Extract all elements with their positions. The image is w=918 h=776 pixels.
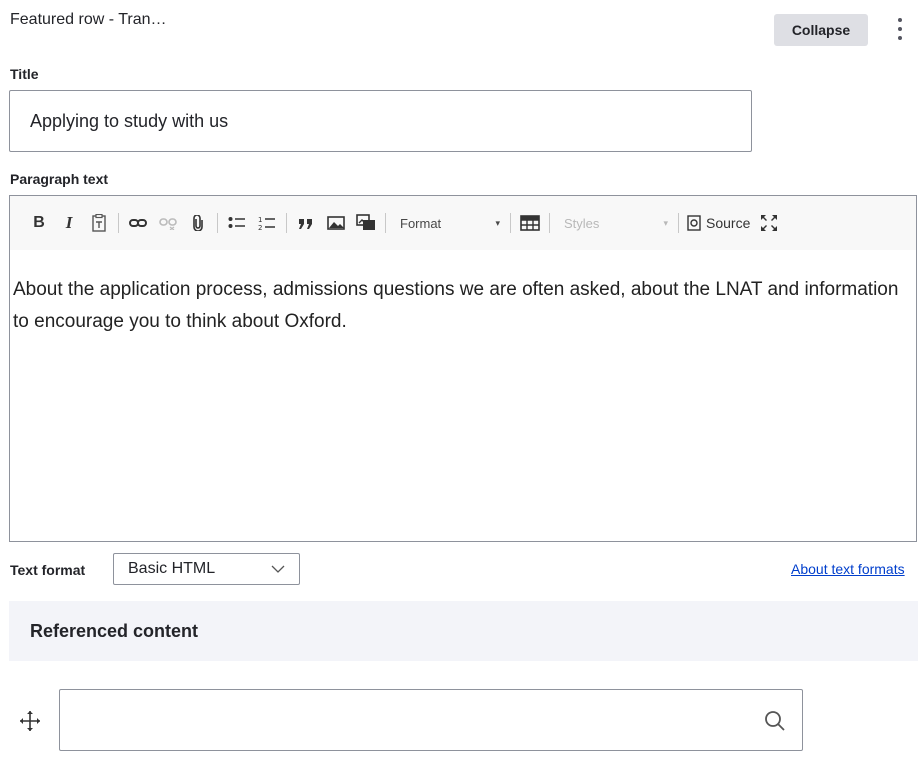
- bold-button[interactable]: B: [26, 210, 52, 236]
- row-title: Featured row - Tran…: [10, 11, 167, 28]
- bulleted-list-icon[interactable]: [224, 210, 250, 236]
- referenced-content-header: Referenced content: [9, 601, 918, 661]
- chevron-down-icon: [271, 565, 285, 573]
- text-format-select[interactable]: Basic HTML: [113, 553, 300, 585]
- media-embed-icon[interactable]: [353, 210, 379, 236]
- italic-button[interactable]: I: [56, 210, 82, 236]
- referenced-content-input[interactable]: [59, 689, 803, 751]
- collapse-button[interactable]: Collapse: [774, 14, 868, 46]
- paste-text-icon[interactable]: [86, 210, 112, 236]
- numbered-list-icon[interactable]: 12: [254, 210, 280, 236]
- source-button[interactable]: Source: [683, 210, 754, 236]
- toolbar-separator: [385, 213, 386, 233]
- editor-toolbar: B I 12 Format ▾ Styles ▾ Source: [10, 196, 916, 250]
- toolbar-separator: [118, 213, 119, 233]
- link-icon[interactable]: [125, 210, 151, 236]
- source-icon: [687, 215, 701, 231]
- toolbar-separator: [286, 213, 287, 233]
- dropdown-arrow-icon: ▾: [495, 217, 500, 228]
- image-icon[interactable]: [323, 210, 349, 236]
- title-label: Title: [10, 66, 39, 82]
- toolbar-separator: [510, 213, 511, 233]
- dropdown-arrow-icon: ▾: [663, 217, 668, 228]
- toolbar-separator: [678, 213, 679, 233]
- paragraph-header: Featured row - Tran… Collapse: [10, 10, 908, 46]
- move-handle-icon[interactable]: [18, 709, 42, 733]
- styles-dropdown[interactable]: Styles ▾: [554, 210, 674, 236]
- svg-text:1: 1: [258, 216, 262, 224]
- format-dropdown-label: Format: [400, 215, 442, 231]
- title-input[interactable]: Applying to study with us: [9, 90, 752, 152]
- text-format-selected: Basic HTML: [128, 560, 216, 577]
- rich-text-editor: B I 12 Format ▾ Styles ▾ Source About th…: [9, 195, 917, 542]
- attachment-icon[interactable]: [185, 210, 211, 236]
- svg-text:2: 2: [258, 224, 262, 231]
- table-icon[interactable]: [517, 210, 543, 236]
- text-format-label: Text format: [10, 562, 86, 578]
- kebab-menu-icon[interactable]: [894, 16, 906, 42]
- blockquote-icon[interactable]: [293, 210, 319, 236]
- about-text-formats-link[interactable]: About text formats: [791, 560, 905, 578]
- toolbar-separator: [217, 213, 218, 233]
- maximize-icon[interactable]: [756, 210, 782, 236]
- paragraph-text-label: Paragraph text: [10, 171, 109, 187]
- styles-dropdown-label: Styles: [564, 215, 600, 231]
- format-dropdown[interactable]: Format ▾: [390, 210, 506, 236]
- referenced-content-title: Referenced content: [30, 621, 199, 641]
- search-icon: [765, 711, 785, 731]
- unlink-icon[interactable]: [155, 210, 181, 236]
- editor-content[interactable]: About the application process, admission…: [10, 250, 916, 338]
- toolbar-separator: [549, 213, 550, 233]
- source-button-label: Source: [706, 215, 751, 231]
